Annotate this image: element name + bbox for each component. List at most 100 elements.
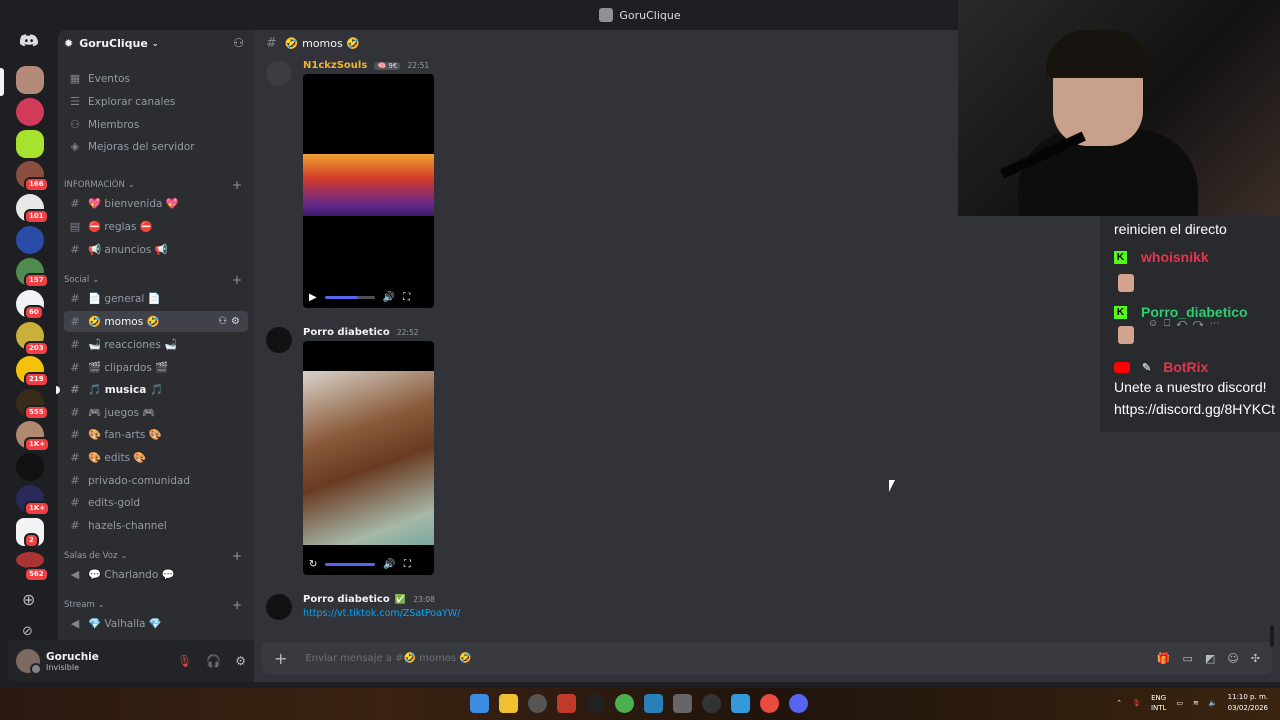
video-attachment[interactable]: ▶ 🔊 ⛶: [303, 74, 434, 308]
message-link[interactable]: https://vt.tiktok.com/ZSatPoaYW/: [303, 608, 460, 619]
channel-label: 🤣 momos 🤣: [88, 316, 160, 328]
category-social[interactable]: Social ⌄ +: [64, 273, 248, 287]
replay-icon[interactable]: ↻: [309, 559, 317, 570]
mic-icon[interactable]: 🎙: [1132, 699, 1141, 707]
play-icon[interactable]: ▶: [309, 292, 317, 303]
app-icon[interactable]: [731, 694, 750, 713]
app-icon[interactable]: [586, 694, 605, 713]
rules-icon: ▤: [69, 220, 81, 233]
hash-icon: #: [70, 292, 80, 305]
kick-icon: K: [1114, 305, 1127, 319]
display-icon[interactable]: ▭: [1176, 699, 1183, 707]
app-icon[interactable]: [557, 694, 576, 713]
message-author[interactable]: Porro diabetico: [303, 327, 390, 338]
chevron-up-icon[interactable]: ⌃: [1116, 699, 1122, 707]
sidebar-item-eventos[interactable]: ▦ Eventos: [64, 68, 248, 89]
headphones-icon[interactable]: 🎧: [206, 654, 221, 668]
message-author[interactable]: Porro diabetico: [303, 594, 390, 605]
channel-clipardos[interactable]: # 🎬 clipardos 🎬: [64, 357, 248, 378]
add-channel-icon[interactable]: +: [232, 549, 242, 563]
video-attachment[interactable]: ↻ 🔊 ⛶: [303, 341, 434, 575]
channel-edits-gold[interactable]: # edits-gold: [64, 492, 248, 513]
volume-icon[interactable]: 🔈: [1209, 699, 1218, 707]
channel-edits[interactable]: # 🎨 edits 🎨: [64, 447, 248, 468]
channel-sidebar: ✹ GoruClique ⌄ ⚇ ▦ Eventos ☰ Explorar ca…: [56, 30, 254, 640]
app-icon[interactable]: [702, 694, 721, 713]
apps-icon[interactable]: ✣: [1251, 652, 1260, 665]
channel-label: 🎨 edits 🎨: [88, 452, 147, 464]
emoji-icon[interactable]: ☺: [1227, 652, 1238, 665]
voice-channel-valhalla[interactable]: ◀ 💎 Valhalla 💎: [64, 613, 248, 634]
channel-momos[interactable]: # 🤣 momos 🤣 ⚇⚙: [64, 311, 248, 332]
volume-slider[interactable]: [325, 562, 376, 566]
message-composer[interactable]: + Enviar mensaje a #🤣 momos 🤣 🎁 ▭ ◩ ☺ ✣: [262, 642, 1272, 674]
channel-reacciones[interactable]: # 🛁 reacciones 🛁: [64, 334, 248, 355]
app-icon[interactable]: [760, 694, 779, 713]
app-icon[interactable]: [673, 694, 692, 713]
discord-icon[interactable]: [789, 694, 808, 713]
fullscreen-icon[interactable]: ⛶: [404, 559, 411, 570]
voice-channel-charlando[interactable]: ◀ 💬 Charlando 💬: [64, 564, 248, 585]
category-informacion[interactable]: INFORMACIÓN ⌄ +: [64, 178, 248, 192]
avatar[interactable]: [266, 594, 292, 620]
channel-privado-comunidad[interactable]: # privado-comunidad: [64, 470, 248, 491]
channel-fan-arts[interactable]: # 🎨 fan-arts 🎨: [64, 424, 248, 445]
mic-muted-icon[interactable]: 🎙: [177, 654, 192, 668]
volume-slider[interactable]: [324, 295, 375, 299]
start-icon[interactable]: [470, 694, 489, 713]
sticker-icon[interactable]: ◩: [1205, 652, 1215, 665]
discover-icon[interactable]: ⊘: [22, 624, 33, 640]
add-channel-icon[interactable]: +: [232, 178, 242, 192]
message-actions-icon[interactable]: ☺⎕↶↷⋯: [1148, 318, 1226, 329]
volume-icon[interactable]: 🔊: [383, 292, 395, 303]
message-author[interactable]: N1ckzSouls: [303, 60, 367, 71]
channel-settings-icon[interactable]: ⚇⚙: [218, 316, 244, 327]
server-header[interactable]: ✹ GoruClique ⌄ ⚇: [58, 30, 254, 56]
app-icon[interactable]: [644, 694, 663, 713]
channel-anuncios[interactable]: # 📢 anuncios 📢: [64, 239, 248, 260]
chrome-icon[interactable]: [615, 694, 634, 713]
invite-people-icon[interactable]: ⚇: [233, 36, 244, 50]
volume-icon[interactable]: 🔊: [383, 559, 395, 570]
gif-icon[interactable]: ▭: [1183, 652, 1193, 665]
sidebar-item-miembros[interactable]: ⚇ Miembros: [64, 114, 248, 135]
server-icon-3[interactable]: [16, 130, 44, 158]
sidebar-item-mejoras[interactable]: ◈ Mejoras del servidor: [64, 136, 248, 157]
avatar[interactable]: [266, 327, 292, 353]
server-icon-16[interactable]: [16, 552, 44, 568]
channel-reglas[interactable]: ▤ ⛔ reglas ⛔: [64, 216, 248, 237]
avatar[interactable]: [266, 60, 292, 86]
fullscreen-icon[interactable]: ⛶: [403, 292, 410, 303]
scrollbar[interactable]: [1270, 625, 1274, 647]
gear-icon[interactable]: ⚙: [235, 654, 246, 668]
wifi-icon[interactable]: ≋: [1193, 699, 1199, 707]
server-icon-6[interactable]: [16, 226, 44, 254]
discord-home-icon[interactable]: [20, 34, 38, 48]
channel-musica[interactable]: # 🎵 musica 🎵: [64, 379, 248, 400]
file-explorer-icon[interactable]: [499, 694, 518, 713]
gift-icon[interactable]: 🎁: [1157, 652, 1171, 665]
channel-label: 🎵 musica 🎵: [88, 384, 164, 396]
app-icon[interactable]: [528, 694, 547, 713]
add-channel-icon[interactable]: +: [232, 273, 242, 287]
category-salas-de-voz[interactable]: Salas de Voz ⌄ +: [64, 549, 248, 563]
add-server-icon[interactable]: ⊕: [22, 592, 35, 608]
channel-juegos[interactable]: # 🎮 juegos 🎮: [64, 402, 248, 423]
clock[interactable]: 11:10 p. m. 03/02/2026: [1228, 692, 1268, 714]
server-icon-2[interactable]: [16, 98, 44, 126]
server-badge: 562: [24, 567, 49, 582]
attach-icon[interactable]: +: [274, 649, 287, 668]
avatar[interactable]: [16, 649, 42, 675]
stream-chat-message: Unete a nuestro discord!: [1114, 379, 1267, 395]
server-goruclique[interactable]: [16, 66, 44, 94]
language-indicator[interactable]: ENG INTL: [1151, 693, 1166, 713]
add-channel-icon[interactable]: +: [232, 598, 242, 612]
channel-bienvenida[interactable]: # 💖 bienvenida 💖: [64, 193, 248, 214]
category-stream[interactable]: Stream ⌄ +: [64, 598, 248, 612]
stream-chat-user: ✎ BotRix: [1114, 359, 1208, 375]
channel-general[interactable]: # 📄 general 📄: [64, 288, 248, 309]
sidebar-item-explorar[interactable]: ☰ Explorar canales: [64, 91, 248, 112]
server-icon-13[interactable]: [16, 453, 44, 481]
channel-hazels-channel[interactable]: # hazels-channel: [64, 515, 248, 536]
user-status: Invisible: [46, 662, 79, 672]
